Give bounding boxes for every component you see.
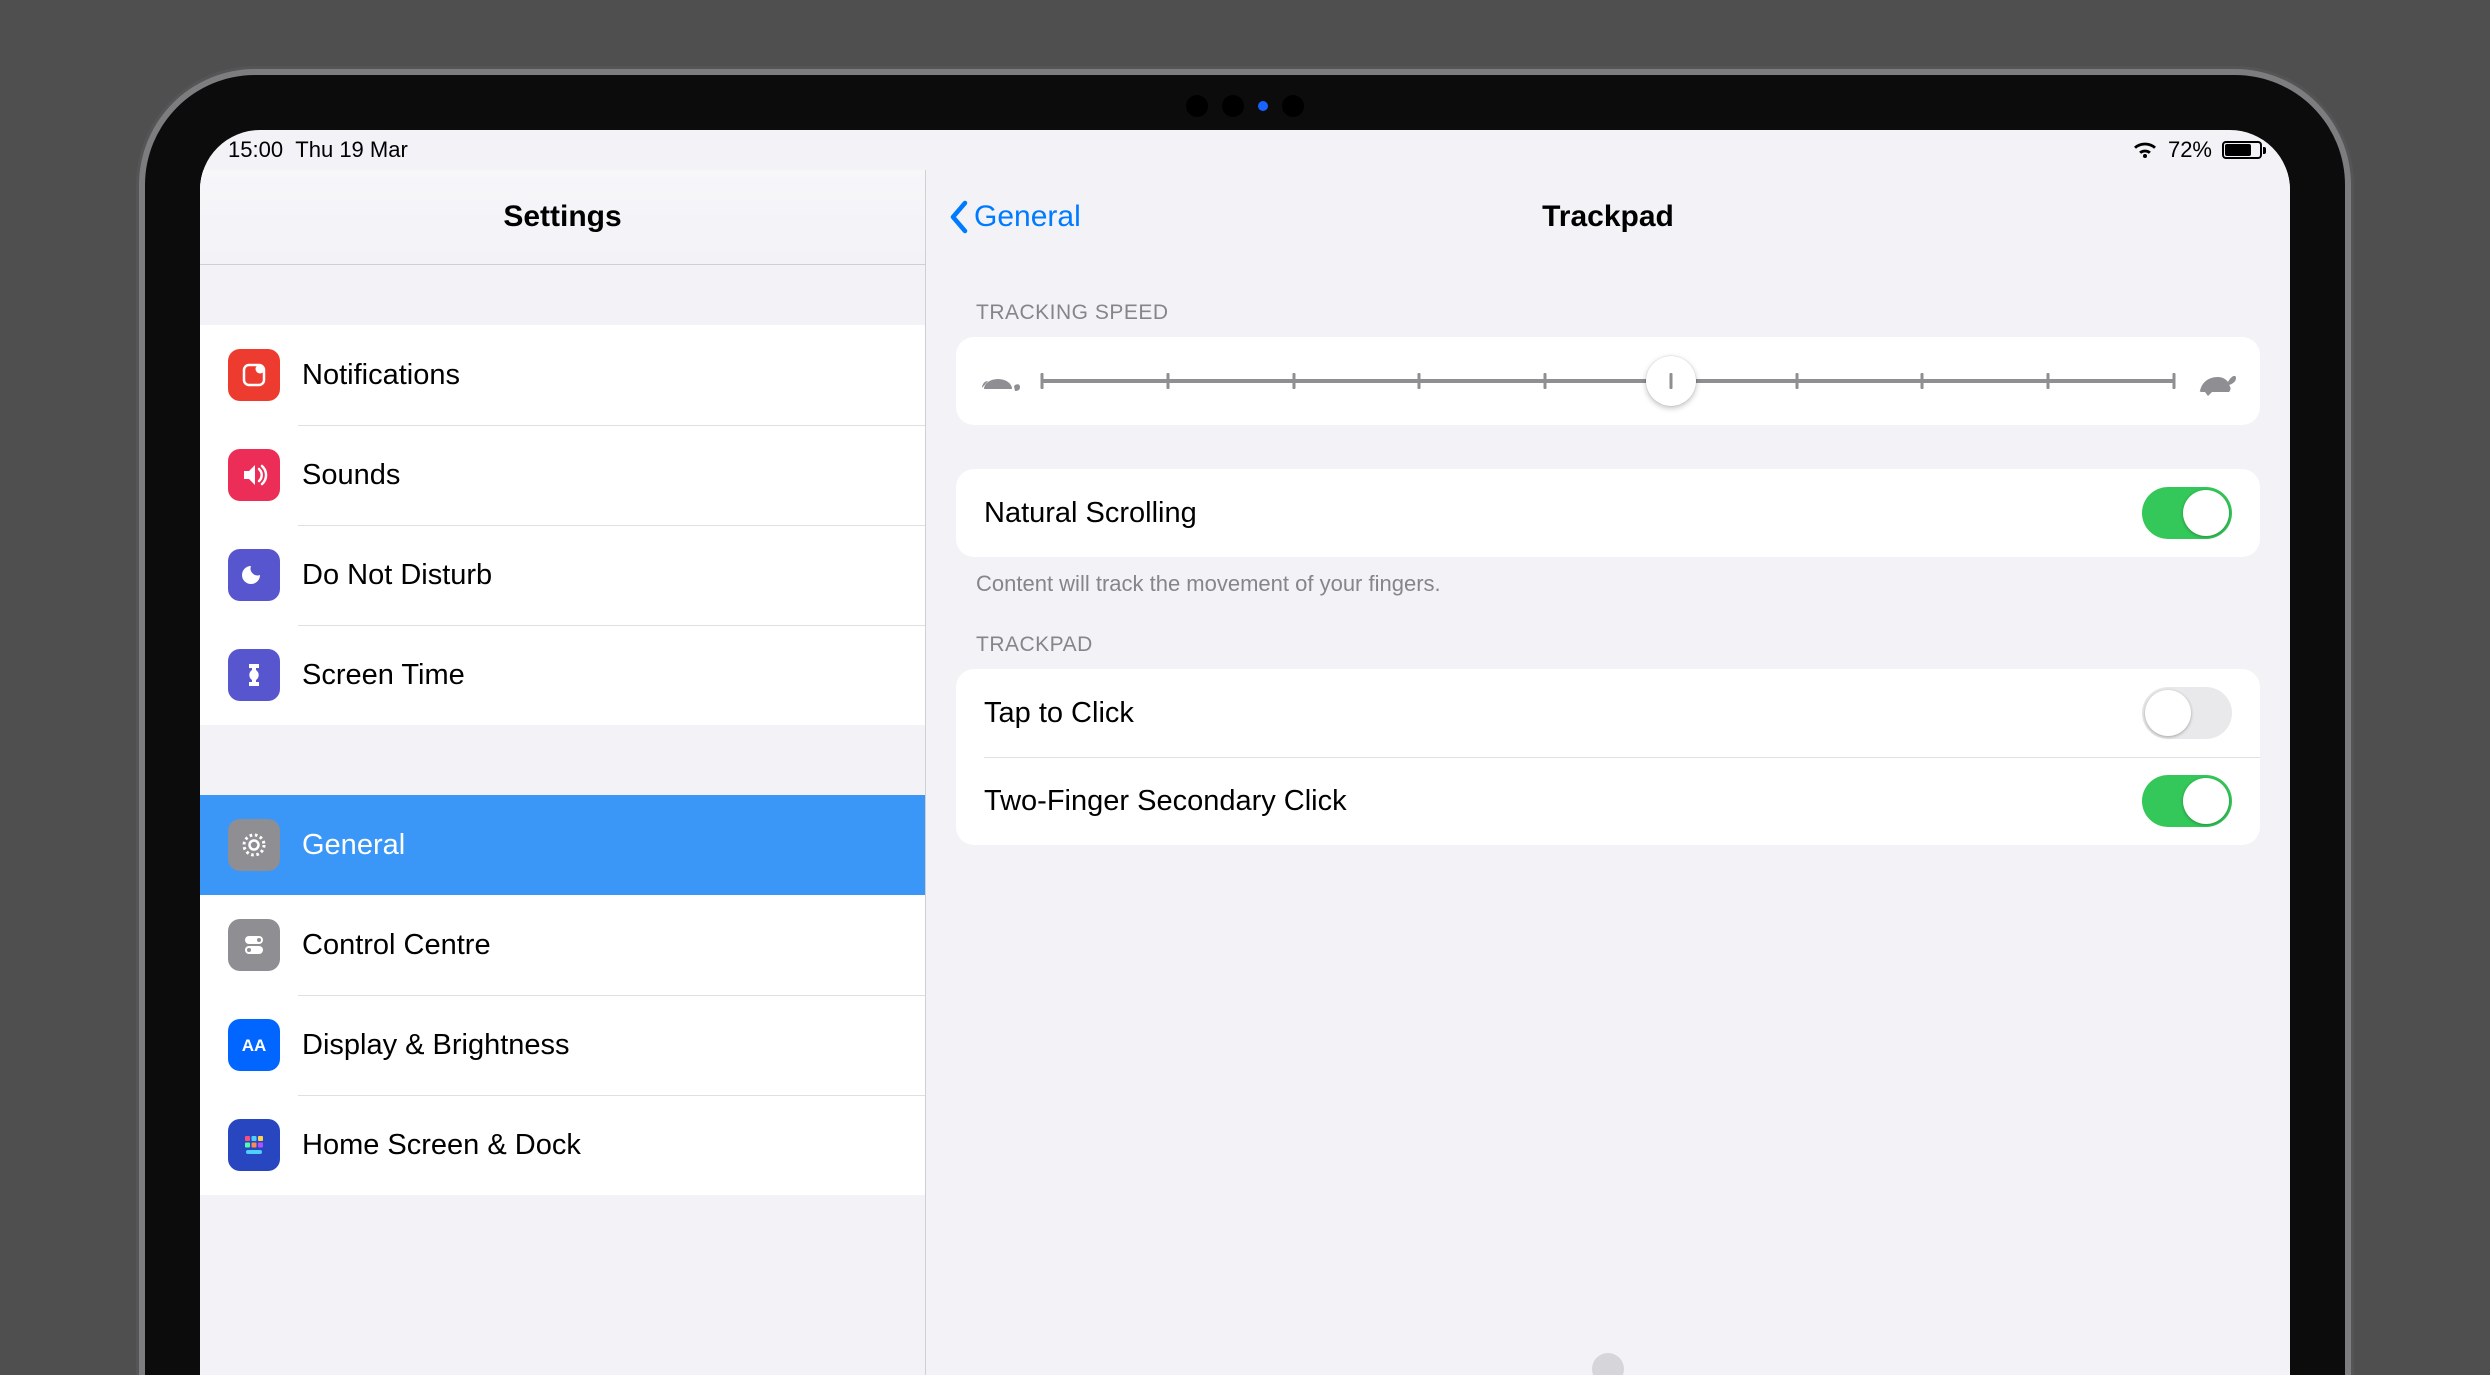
sidebar-item-label: Notifications	[302, 359, 460, 392]
sidebar-item-label: Sounds	[302, 459, 400, 492]
two-finger-toggle[interactable]	[2142, 775, 2232, 827]
wifi-icon	[2132, 140, 2158, 160]
camera-cluster	[1186, 95, 1304, 117]
tracking-speed-slider[interactable]	[1042, 361, 2174, 401]
sidebar-item-label: Screen Time	[302, 659, 465, 692]
svg-text:AA: AA	[242, 1036, 267, 1055]
tap-to-click-toggle[interactable]	[2142, 687, 2232, 739]
tracking-speed-card	[956, 337, 2260, 425]
natural-scrolling-card: Natural Scrolling	[956, 469, 2260, 557]
sidebar-item-general[interactable]: General	[200, 795, 925, 895]
status-date: Thu 19 Mar	[295, 137, 408, 162]
sidebar: Settings Notifications Sounds	[200, 170, 926, 1375]
tap-to-click-label: Tap to Click	[984, 697, 1134, 730]
sidebar-title: Settings	[200, 170, 925, 265]
status-time-date: 15:00 Thu 19 Mar	[228, 137, 408, 163]
sidebar-item-control-centre[interactable]: Control Centre	[200, 895, 925, 995]
sidebar-item-home-screen[interactable]: Home Screen & Dock	[200, 1095, 925, 1195]
natural-scrolling-footer: Content will track the movement of your …	[956, 557, 2260, 597]
control-centre-icon	[228, 919, 280, 971]
two-finger-label: Two-Finger Secondary Click	[984, 785, 1347, 818]
battery-icon	[2222, 141, 2262, 159]
status-battery-pct: 72%	[2168, 137, 2212, 163]
sidebar-item-label: Control Centre	[302, 929, 491, 962]
detail-pane: General Trackpad TRACKING SPEED	[926, 170, 2290, 1375]
home-screen-icon	[228, 1119, 280, 1171]
gear-icon	[228, 819, 280, 871]
status-bar: 15:00 Thu 19 Mar 72%	[200, 130, 2290, 170]
device-frame: 15:00 Thu 19 Mar 72% Settings	[145, 75, 2345, 1375]
status-time: 15:00	[228, 137, 283, 162]
back-button[interactable]: General	[948, 170, 1081, 264]
detail-title: Trackpad	[1542, 200, 1674, 234]
natural-scrolling-toggle[interactable]	[2142, 487, 2232, 539]
sidebar-item-label: Display & Brightness	[302, 1029, 570, 1062]
detail-header: General Trackpad	[926, 170, 2290, 265]
display-icon: AA	[228, 1019, 280, 1071]
natural-scrolling-row: Natural Scrolling	[956, 469, 2260, 557]
notifications-icon	[228, 349, 280, 401]
screen-time-icon	[228, 649, 280, 701]
sidebar-item-dnd[interactable]: Do Not Disturb	[200, 525, 925, 625]
natural-scrolling-label: Natural Scrolling	[984, 497, 1197, 530]
section-header-tracking: TRACKING SPEED	[956, 265, 2260, 337]
section-header-trackpad: TRACKPAD	[956, 597, 2260, 669]
two-finger-row: Two-Finger Secondary Click	[956, 757, 2260, 845]
hare-icon	[2194, 363, 2238, 399]
home-indicator-icon	[1592, 1353, 1624, 1375]
sidebar-item-display[interactable]: AA Display & Brightness	[200, 995, 925, 1095]
sidebar-item-notifications[interactable]: Notifications	[200, 325, 925, 425]
sidebar-group-1: Notifications Sounds Do Not Disturb	[200, 325, 925, 725]
trackpad-card: Tap to Click Two-Finger Secondary Click	[956, 669, 2260, 845]
sidebar-item-label: Home Screen & Dock	[302, 1129, 581, 1162]
sounds-icon	[228, 449, 280, 501]
sidebar-item-label: Do Not Disturb	[302, 559, 492, 592]
sidebar-group-2: General Control Centre AA Display & Brig…	[200, 795, 925, 1195]
screen: 15:00 Thu 19 Mar 72% Settings	[200, 130, 2290, 1375]
sidebar-item-sounds[interactable]: Sounds	[200, 425, 925, 525]
tap-to-click-row: Tap to Click	[956, 669, 2260, 757]
sidebar-item-screen-time[interactable]: Screen Time	[200, 625, 925, 725]
tortoise-icon	[978, 363, 1022, 399]
back-label: General	[974, 200, 1081, 234]
sidebar-item-label: General	[302, 829, 405, 862]
dnd-icon	[228, 549, 280, 601]
